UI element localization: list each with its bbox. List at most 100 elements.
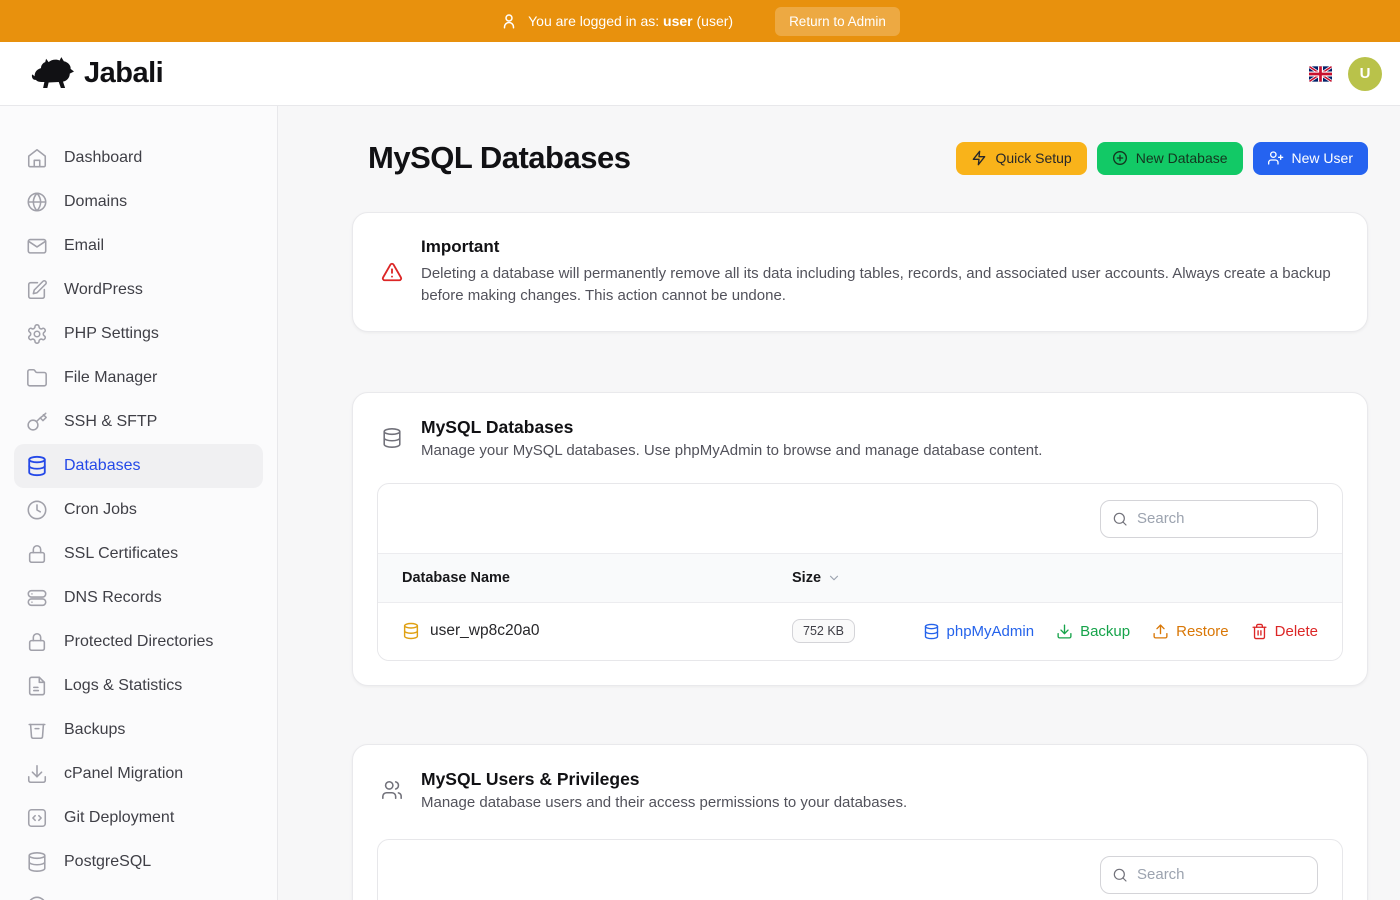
phpmyadmin-link[interactable]: phpMyAdmin — [923, 623, 1035, 640]
sidebar-item-dashboard[interactable]: Dashboard — [14, 136, 263, 180]
backup-label: Backup — [1080, 623, 1130, 640]
sidebar-item-label: PostgreSQL — [64, 853, 151, 871]
sidebar-item-git-deployment[interactable]: Git Deployment — [14, 796, 263, 840]
users-search-input[interactable] — [1100, 856, 1318, 894]
sidebar-item-file-manager[interactable]: File Manager — [14, 356, 263, 400]
pencil-icon — [26, 279, 48, 301]
restore-link[interactable]: Restore — [1152, 623, 1229, 640]
databases-table: Database Name Size user_wp8c20a0 752 KB — [377, 483, 1343, 661]
sidebar-item-email[interactable]: Email — [14, 224, 263, 268]
column-header-size: Size — [792, 570, 821, 586]
logged-in-prefix: You are logged in as: — [528, 13, 659, 29]
quick-setup-button[interactable]: Quick Setup — [956, 142, 1086, 175]
sidebar-item-logs-statistics[interactable]: Logs & Statistics — [14, 664, 263, 708]
download-icon — [1056, 623, 1073, 640]
mysql-users-card: MySQL Users & Privileges Manage database… — [352, 744, 1368, 900]
sidebar-item-ssh-sftp[interactable]: SSH & SFTP — [14, 400, 263, 444]
backup-link[interactable]: Backup — [1056, 623, 1130, 640]
warning-card: Important Deleting a database will perma… — [352, 212, 1368, 332]
databases-search-input[interactable] — [1100, 500, 1318, 538]
sidebar-item-label: SSH & SFTP — [64, 413, 157, 431]
home-icon — [26, 147, 48, 169]
gear-icon — [26, 323, 48, 345]
app-header: Jabali U — [0, 42, 1400, 106]
brand-name: Jabali — [84, 57, 163, 90]
sidebar-item-cron-jobs[interactable]: Cron Jobs — [14, 488, 263, 532]
sidebar-item-partial[interactable] — [14, 884, 263, 900]
mysql-databases-card: MySQL Databases Manage your MySQL databa… — [352, 392, 1368, 686]
return-to-admin-button[interactable]: Return to Admin — [775, 7, 900, 36]
upload-icon — [1152, 623, 1169, 640]
sidebar-item-label: Backups — [64, 721, 125, 739]
lock-icon — [26, 543, 48, 565]
partial-circle-icon — [26, 895, 48, 900]
sidebar-item-protected-directories[interactable]: Protected Directories — [14, 620, 263, 664]
column-header-database-name: Database Name — [402, 570, 792, 586]
sidebar-item-label: DNS Records — [64, 589, 162, 607]
sidebar-item-domains[interactable]: Domains — [14, 180, 263, 224]
user-avatar[interactable]: U — [1348, 57, 1382, 91]
sidebar-item-cpanel-migration[interactable]: cPanel Migration — [14, 752, 263, 796]
zap-icon — [971, 150, 987, 166]
search-icon — [1112, 511, 1128, 527]
user-plus-icon — [1268, 150, 1284, 166]
sidebar-item-dns-records[interactable]: DNS Records — [14, 576, 263, 620]
sidebar-item-label: Domains — [64, 193, 127, 211]
sidebar-item-label: WordPress — [64, 281, 143, 299]
sidebar-item-label: Git Deployment — [64, 809, 174, 827]
sidebar-item-wordpress[interactable]: WordPress — [14, 268, 263, 312]
key-icon — [26, 411, 48, 433]
globe-icon — [26, 191, 48, 213]
sidebar-item-label: Email — [64, 237, 104, 255]
sidebar-item-label: SSL Certificates — [64, 545, 178, 563]
file-text-icon — [26, 675, 48, 697]
search-icon — [1112, 867, 1128, 883]
databases-card-title: MySQL Databases — [421, 417, 1042, 438]
page-title: MySQL Databases — [368, 140, 630, 176]
mail-icon — [26, 235, 48, 257]
boar-logo-icon — [30, 55, 74, 93]
code-icon — [26, 807, 48, 829]
brand[interactable]: Jabali — [30, 55, 163, 93]
chevron-down-icon — [827, 571, 841, 585]
new-database-button[interactable]: New Database — [1097, 142, 1243, 175]
database-icon — [402, 622, 420, 640]
uk-flag-icon[interactable] — [1309, 66, 1332, 82]
sidebar-item-label: Dashboard — [64, 149, 142, 167]
database-icon — [26, 455, 48, 477]
delete-label: Delete — [1275, 623, 1318, 640]
phpmyadmin-label: phpMyAdmin — [947, 623, 1035, 640]
plus-circle-icon — [1112, 150, 1128, 166]
sidebar-item-postgresql[interactable]: PostgreSQL — [14, 840, 263, 884]
impersonation-bar: You are logged in as: user (user) Return… — [0, 0, 1400, 42]
sidebar-item-databases[interactable]: Databases — [14, 444, 263, 488]
sidebar: Dashboard Domains Email WordPress PHP Se… — [0, 106, 278, 900]
logged-in-role: (user) — [697, 13, 734, 29]
database-icon — [923, 623, 940, 640]
sidebar-item-label: Databases — [64, 457, 141, 475]
delete-link[interactable]: Delete — [1251, 623, 1318, 640]
sidebar-item-label: File Manager — [64, 369, 157, 387]
sidebar-item-label: Protected Directories — [64, 633, 213, 651]
databases-card-subtitle: Manage your MySQL databases. Use phpMyAd… — [421, 442, 1042, 459]
clock-icon — [26, 499, 48, 521]
restore-label: Restore — [1176, 623, 1229, 640]
new-user-label: New User — [1292, 150, 1353, 166]
sidebar-item-backups[interactable]: Backups — [14, 708, 263, 752]
users-card-title: MySQL Users & Privileges — [421, 769, 907, 790]
person-icon — [500, 12, 518, 30]
sidebar-item-label: Logs & Statistics — [64, 677, 182, 695]
sidebar-item-label: cPanel Migration — [64, 765, 183, 783]
folder-icon — [26, 367, 48, 389]
server-icon — [26, 587, 48, 609]
database-icon — [26, 851, 48, 873]
new-user-button[interactable]: New User — [1253, 142, 1368, 175]
sidebar-item-ssl-certificates[interactable]: SSL Certificates — [14, 532, 263, 576]
alert-triangle-icon — [381, 261, 403, 283]
new-database-label: New Database — [1136, 150, 1228, 166]
warning-title: Important — [421, 237, 1339, 257]
quick-setup-label: Quick Setup — [995, 150, 1071, 166]
main-content: MySQL Databases Quick Setup New Database… — [278, 106, 1400, 900]
sidebar-item-php-settings[interactable]: PHP Settings — [14, 312, 263, 356]
column-header-size-sort[interactable]: Size — [792, 570, 1318, 586]
